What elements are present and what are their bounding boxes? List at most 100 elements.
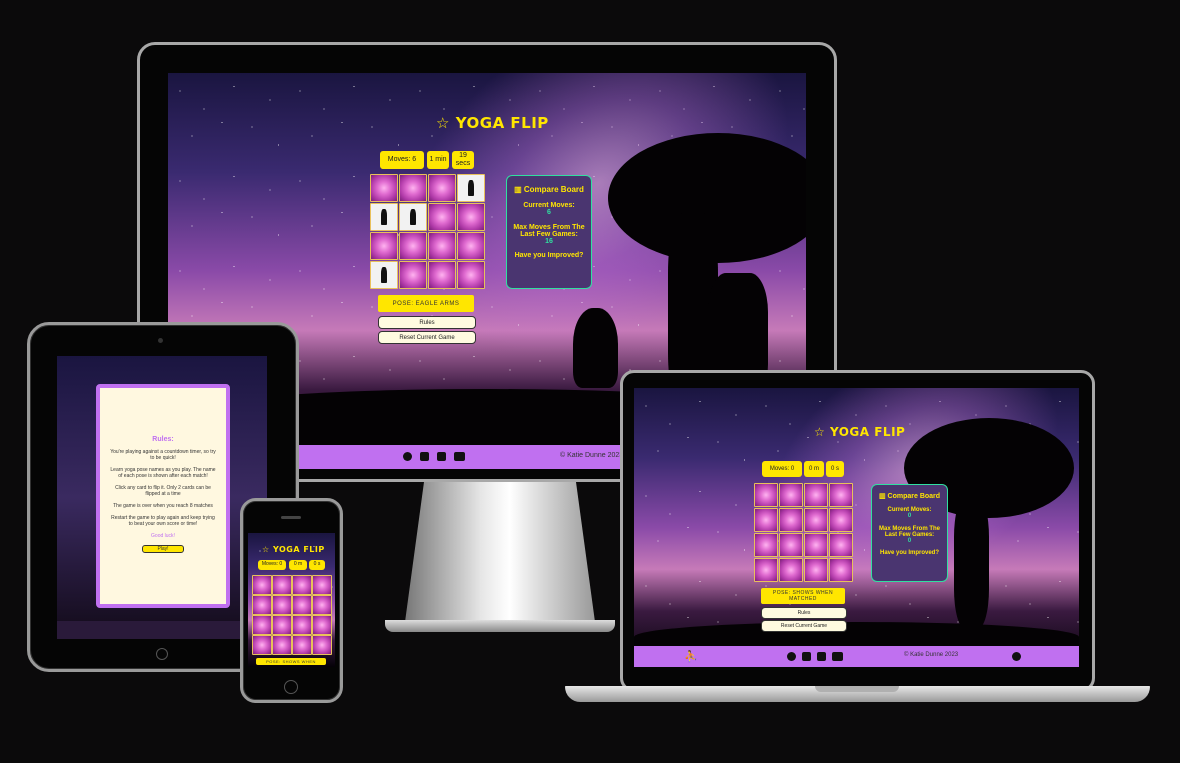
copyright: © Katie Dunne 2023 (560, 452, 624, 459)
laptop-moves: Moves: 0 (762, 461, 802, 477)
card[interactable] (804, 483, 828, 507)
laptop-screen: ☆ YOGA FLIP Moves: 0 0 m 0 s POSE: SHOWS… (634, 388, 1079, 667)
phone-speaker (281, 516, 301, 519)
star-icon: ☆ (436, 114, 450, 132)
card[interactable] (252, 615, 272, 635)
chart-icon: ▥ (878, 493, 886, 500)
meditation-silhouette (573, 308, 618, 388)
rule-1: You're playing against a countdown timer… (110, 449, 216, 461)
max-moves-label: Max Moves From The Last Few Games: (513, 224, 585, 238)
card[interactable] (292, 635, 312, 655)
card[interactable] (779, 558, 803, 582)
timer-minutes: 1 min (427, 151, 449, 169)
card-flipped[interactable] (457, 174, 485, 202)
game-title: ☆ YOGA FLIP (436, 114, 549, 132)
phone-pose-label: POSE: SHOWS WHEN (256, 658, 326, 665)
card[interactable] (292, 615, 312, 635)
card[interactable] (754, 508, 778, 532)
card[interactable] (779, 483, 803, 507)
phone-home-button[interactable] (284, 680, 298, 694)
laptop-minutes: 0 m (804, 461, 824, 477)
current-moves-value: 0 (907, 513, 912, 519)
card[interactable] (754, 483, 778, 507)
card[interactable] (829, 558, 853, 582)
card-flipped[interactable] (370, 203, 398, 231)
card[interactable] (829, 533, 853, 557)
card[interactable] (252, 635, 272, 655)
card[interactable] (779, 508, 803, 532)
card[interactable] (252, 595, 272, 615)
laptop-reset-button[interactable]: Reset Current Game (761, 620, 847, 632)
chart-icon: ▥ (514, 185, 522, 194)
card[interactable] (399, 261, 427, 289)
card[interactable] (804, 558, 828, 582)
card[interactable] (272, 595, 292, 615)
reset-game-button[interactable]: Reset Current Game (378, 331, 476, 344)
improved-text: Have you Improved? (514, 252, 584, 259)
twitter-icon[interactable] (420, 452, 429, 461)
card[interactable] (252, 575, 272, 595)
improved-text: Have you Improved? (879, 550, 939, 556)
moves-counter: Moves: 6 (380, 151, 424, 169)
rules-modal: Rules: You're playing against a countdow… (96, 384, 230, 608)
rule-5: Restart the game to play again and keep … (111, 515, 215, 527)
instagram-icon[interactable] (437, 452, 446, 461)
card[interactable] (272, 575, 292, 595)
monitor-stand-neck (405, 482, 595, 622)
facebook-icon[interactable] (403, 452, 412, 461)
laptop-game-title: ☆ YOGA FLIP (814, 425, 906, 439)
card[interactable] (804, 533, 828, 557)
rule-2: Learn yoga pose names as you play. The n… (110, 467, 216, 479)
card[interactable] (399, 232, 427, 260)
card[interactable] (457, 261, 485, 289)
card[interactable] (312, 635, 332, 655)
card[interactable] (312, 575, 332, 595)
card[interactable] (829, 508, 853, 532)
current-moves-value: 6 (547, 209, 551, 216)
card[interactable] (370, 232, 398, 260)
star-icon: ☆ (814, 425, 826, 439)
card[interactable] (457, 232, 485, 260)
max-moves-value: 16 (545, 238, 553, 245)
phone-moves: Moves: 0 (258, 560, 286, 570)
instagram-icon[interactable] (817, 652, 826, 661)
card[interactable] (370, 174, 398, 202)
card[interactable] (457, 203, 485, 231)
facebook-icon[interactable] (787, 652, 796, 661)
laptop-copyright: © Katie Dunne 2023 (904, 652, 959, 658)
youtube-icon[interactable] (454, 452, 465, 461)
card[interactable] (272, 615, 292, 635)
twitter-icon[interactable] (802, 652, 811, 661)
card-flipped[interactable] (399, 203, 427, 231)
card[interactable] (804, 508, 828, 532)
card[interactable] (428, 261, 456, 289)
youtube-icon[interactable] (832, 652, 843, 661)
card[interactable] (312, 615, 332, 635)
card-flipped[interactable] (370, 261, 398, 289)
rule-4: The game is over when you reach 8 matche… (113, 503, 213, 509)
current-moves-label: Current Moves: (523, 202, 575, 209)
github-icon[interactable] (1012, 652, 1021, 661)
card[interactable] (779, 533, 803, 557)
rule-3: Click any card to flip it. Only 2 cards … (115, 485, 211, 497)
card[interactable] (292, 595, 312, 615)
rules-button[interactable]: Rules (378, 316, 476, 329)
card[interactable] (829, 483, 853, 507)
card[interactable] (428, 232, 456, 260)
card[interactable] (754, 533, 778, 557)
card[interactable] (754, 558, 778, 582)
yoga-logo-icon[interactable]: ⛹ (684, 650, 698, 663)
laptop-rules-button[interactable]: Rules (761, 607, 847, 619)
card[interactable] (428, 203, 456, 231)
phone-seconds: 0 s (309, 560, 325, 570)
play-button[interactable]: Play! (142, 545, 184, 553)
card[interactable] (399, 174, 427, 202)
compare-board: ▥ Compare Board Current Moves: 6 Max Mov… (506, 175, 592, 289)
tablet-home-button[interactable] (156, 648, 168, 660)
laptop-footer: ⛹ © Katie Dunne 2023 (634, 646, 1079, 667)
card[interactable] (428, 174, 456, 202)
card[interactable] (272, 635, 292, 655)
monitor-stand-base (385, 620, 615, 632)
card[interactable] (292, 575, 312, 595)
card[interactable] (312, 595, 332, 615)
